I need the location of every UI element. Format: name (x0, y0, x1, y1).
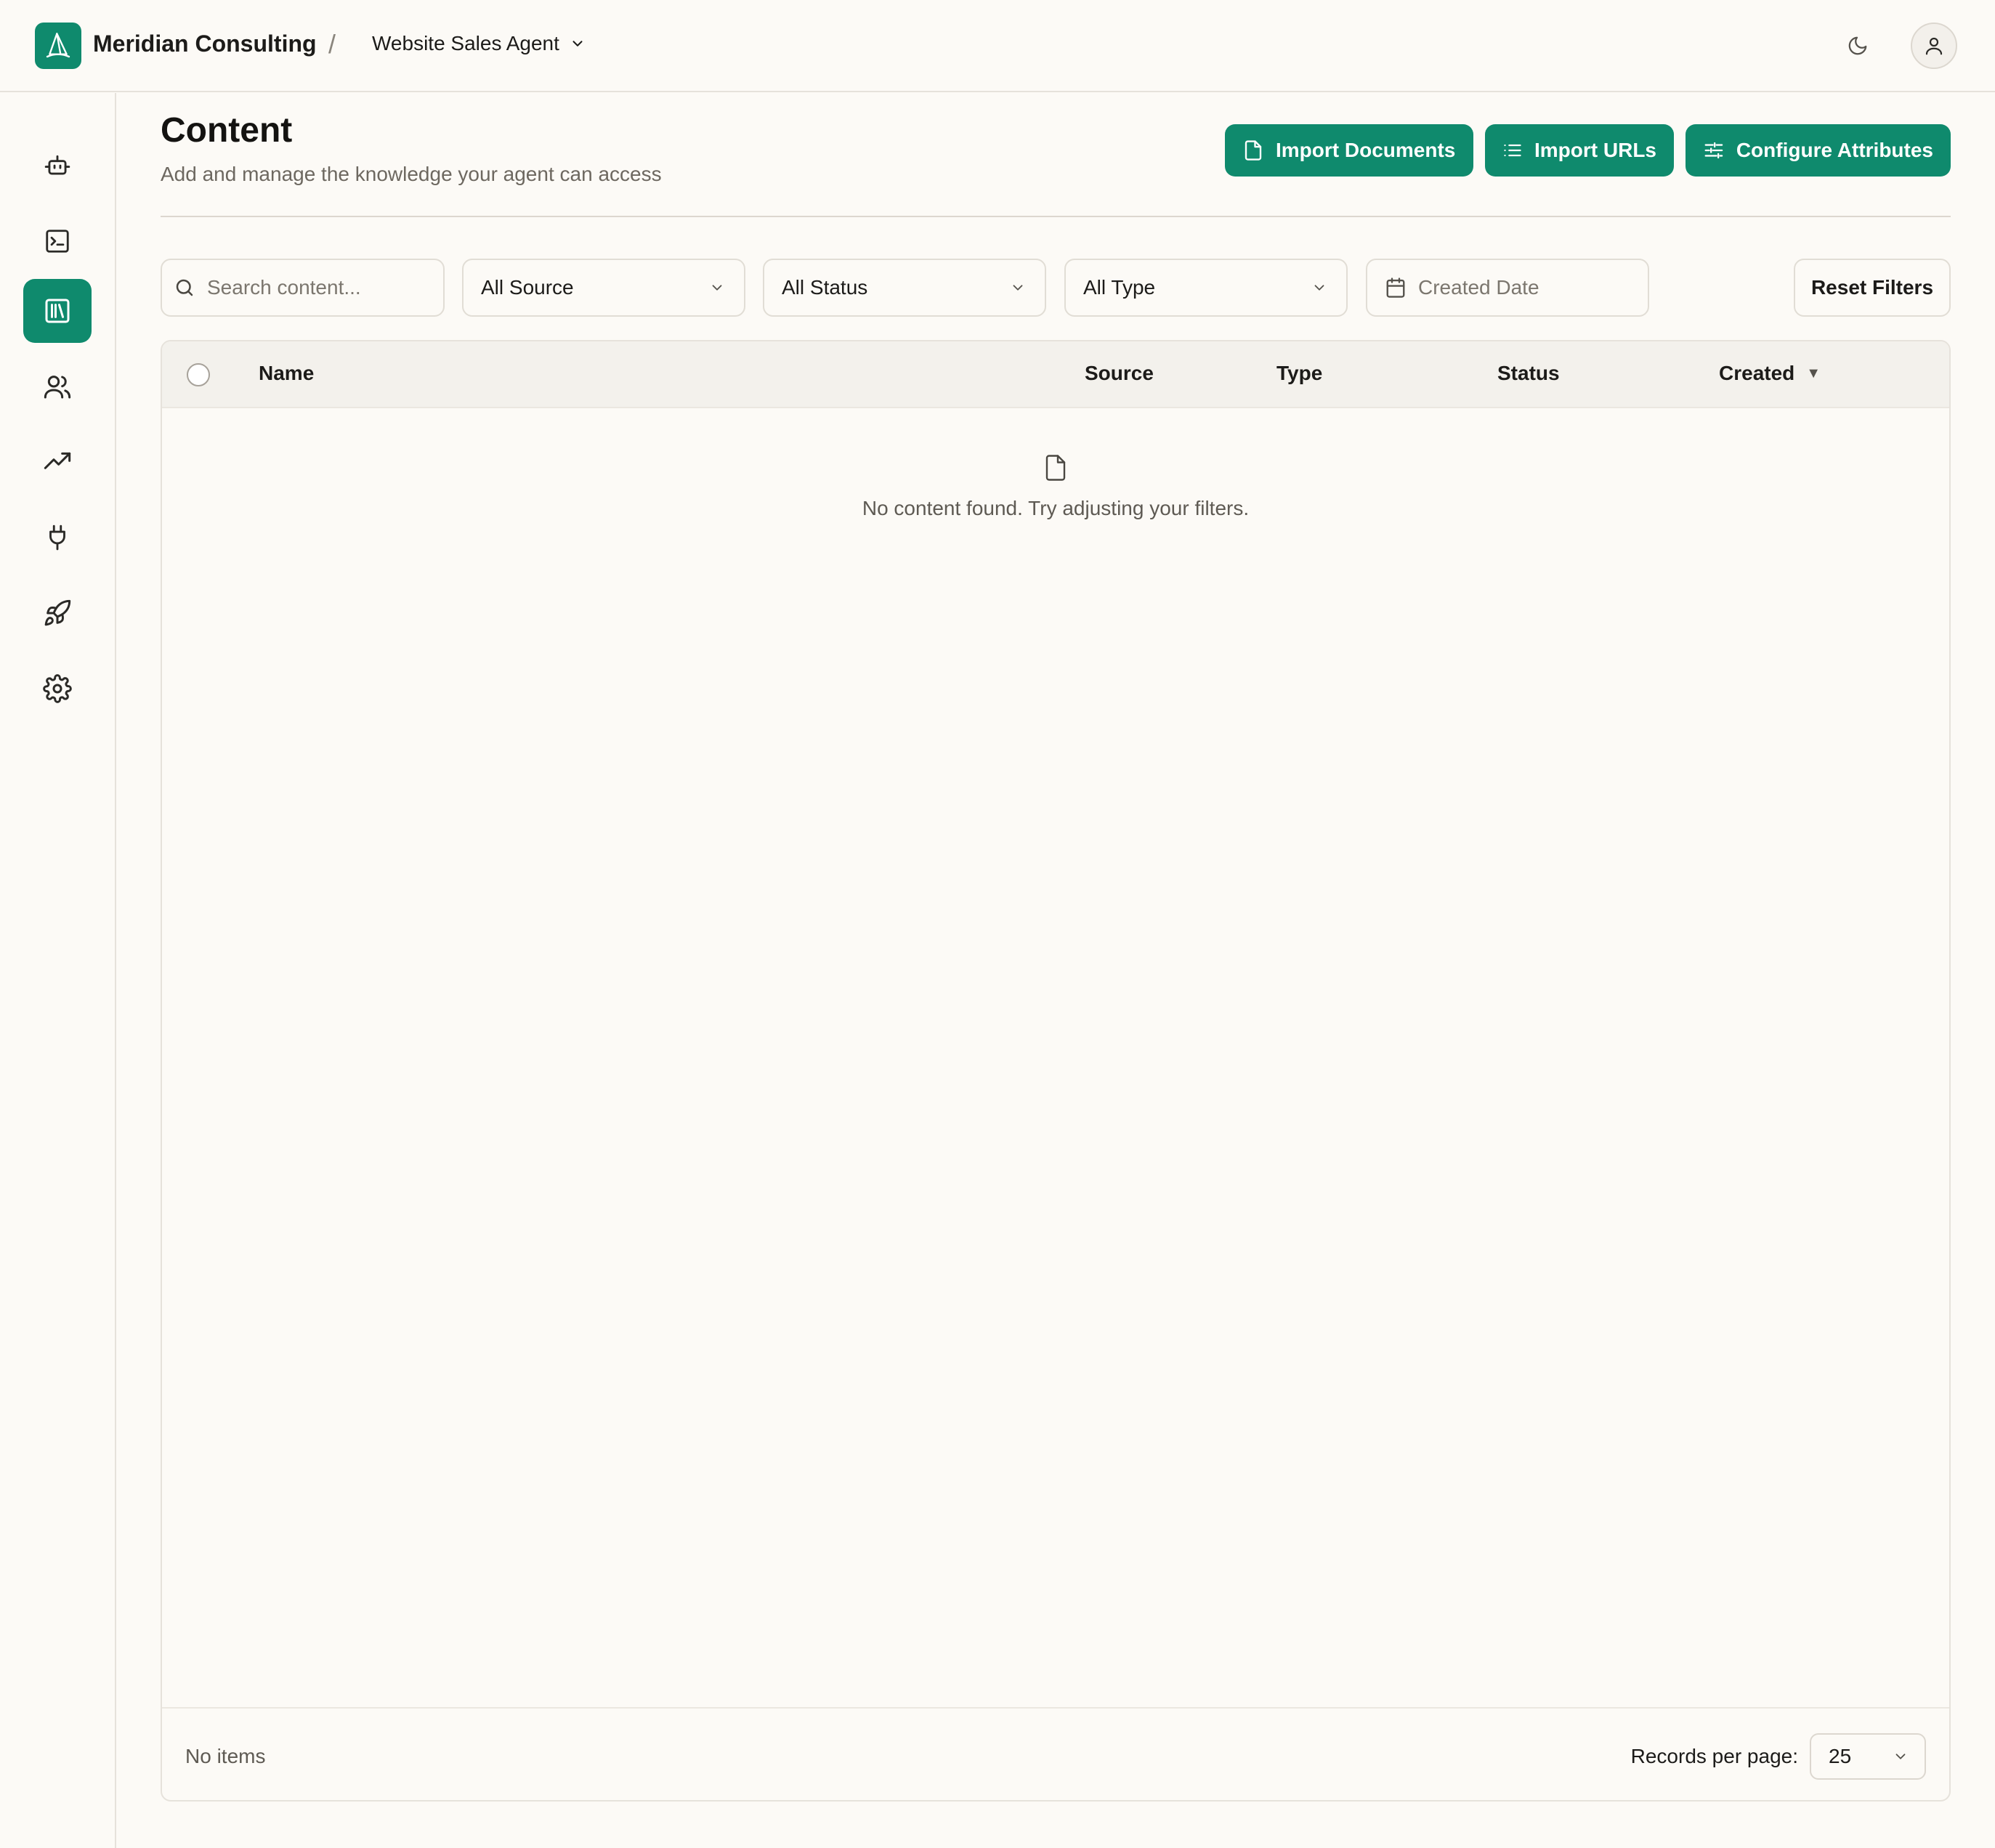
sidebar-item-integrations[interactable] (23, 506, 92, 570)
sidebar-item-console[interactable] (23, 209, 92, 273)
user-avatar-button[interactable] (1911, 23, 1957, 69)
chevron-down-icon (572, 41, 583, 46)
sidebar-item-agent[interactable] (23, 134, 92, 198)
records-per-page-select[interactable]: 25 (1810, 1733, 1926, 1780)
type-filter-value: All Type (1083, 276, 1156, 299)
agent-name: Website Sales Agent (372, 32, 559, 54)
gear-icon (43, 674, 72, 703)
page-subtitle: Add and manage the knowledge your agent … (161, 163, 662, 185)
header-divider (161, 216, 1951, 217)
file-icon (1245, 140, 1262, 161)
sliders-icon (1704, 142, 1723, 159)
content-table: Name Source Type Status Created ▼ No con… (161, 340, 1951, 1802)
search-icon (176, 279, 193, 296)
library-icon (45, 299, 70, 323)
sort-desc-icon: ▼ (1806, 365, 1821, 381)
created-date-picker[interactable]: Created Date (1366, 259, 1649, 317)
bot-icon (44, 155, 70, 175)
sidebar-item-settings[interactable] (23, 657, 92, 721)
sidebar-item-deploy[interactable] (23, 581, 92, 645)
created-date-placeholder: Created Date (1418, 276, 1539, 299)
sidebar (0, 93, 116, 1848)
records-per-page-label: Records per page: (1630, 1745, 1798, 1767)
chevron-down-icon (1895, 1754, 1906, 1759)
type-filter-select[interactable]: All Type (1064, 259, 1348, 317)
records-per-page-value: 25 (1829, 1745, 1852, 1767)
chevron-down-icon (712, 285, 722, 291)
status-filter-value: All Status (782, 276, 868, 299)
item-count: No items (185, 1745, 266, 1767)
column-header-status[interactable]: Status (1497, 362, 1560, 385)
top-bar: Meridian Consulting / Website Sales Agen… (0, 0, 1995, 92)
breadcrumb-separator: / (328, 29, 336, 59)
configure-attributes-button[interactable]: Configure Attributes (1686, 124, 1951, 177)
search-placeholder: Search content... (207, 276, 361, 299)
source-filter-select[interactable]: All Source (462, 259, 745, 317)
list-icon (1504, 144, 1521, 157)
page-title: Content (161, 111, 293, 150)
column-header-name[interactable]: Name (259, 362, 314, 385)
select-all-checkbox[interactable] (187, 363, 210, 386)
source-filter-value: All Source (481, 276, 574, 299)
sidebar-item-analytics[interactable] (23, 430, 92, 494)
import-urls-button[interactable]: Import URLs (1485, 124, 1674, 177)
agent-selector[interactable]: Website Sales Agent (372, 32, 586, 55)
logo[interactable] (35, 23, 81, 69)
status-filter-select[interactable]: All Status (763, 259, 1046, 317)
calendar-icon (1386, 277, 1405, 298)
users-icon (44, 376, 71, 399)
column-header-type[interactable]: Type (1276, 362, 1322, 385)
import-urls-label: Import URLs (1534, 139, 1656, 161)
sailboat-icon (46, 33, 70, 58)
created-header-label: Created (1719, 362, 1795, 384)
user-icon (1925, 37, 1943, 55)
moon-icon (1848, 36, 1867, 55)
column-header-created[interactable]: Created ▼ (1719, 362, 1821, 385)
import-documents-button[interactable]: Import Documents (1225, 124, 1473, 177)
sidebar-item-content[interactable] (23, 279, 92, 343)
column-header-source[interactable]: Source (1085, 362, 1154, 385)
org-name[interactable]: Meridian Consulting (93, 31, 317, 57)
plug-icon (49, 524, 65, 551)
configure-attributes-label: Configure Attributes (1736, 139, 1933, 161)
sidebar-item-users[interactable] (23, 354, 92, 418)
table-footer: No items Records per page: 25 (162, 1707, 1949, 1800)
table-header: Name Source Type Status Created ▼ (162, 341, 1949, 408)
rocket-icon (44, 599, 71, 626)
reset-filters-button[interactable]: Reset Filters (1794, 259, 1951, 317)
chevron-down-icon (1013, 285, 1023, 291)
trending-up-icon (44, 452, 71, 469)
empty-state-message: No content found. Try adjusting your fil… (862, 497, 1250, 519)
import-documents-label: Import Documents (1276, 139, 1456, 161)
terminal-icon (46, 230, 69, 253)
empty-file-icon (1043, 453, 1069, 482)
theme-toggle-button[interactable] (1841, 29, 1874, 62)
search-input[interactable]: Search content... (161, 259, 445, 317)
chevron-down-icon (1314, 285, 1324, 291)
